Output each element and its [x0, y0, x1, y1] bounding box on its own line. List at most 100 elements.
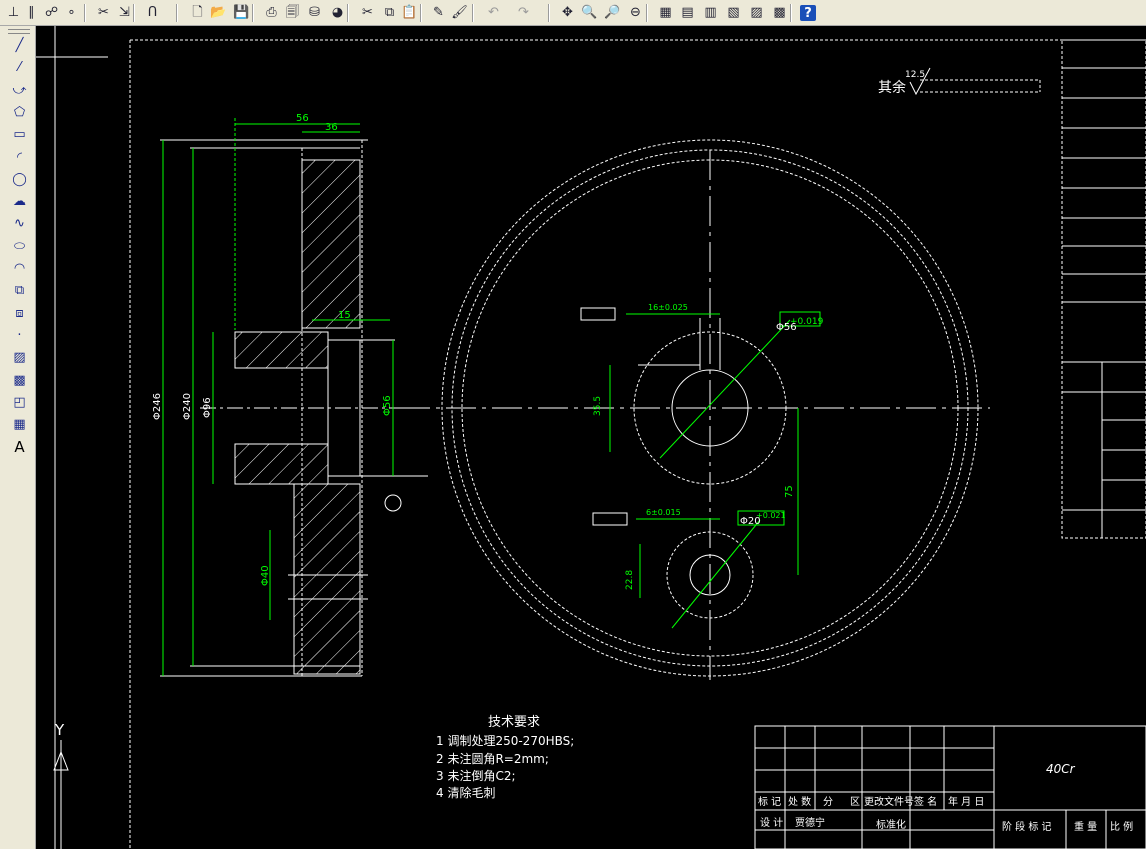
tb-label-sign: 签 名	[914, 795, 937, 808]
redo-icon[interactable]: ↷	[514, 3, 533, 22]
match-properties-icon[interactable]: ✎	[429, 3, 448, 22]
dim-hub-56: Φ56	[382, 395, 393, 416]
tb-stage: 阶 段 标 记	[1002, 820, 1052, 833]
dimension-icon[interactable]: ⊥	[4, 3, 23, 22]
pan-icon[interactable]: ✥	[558, 3, 577, 22]
toolbar-grip[interactable]	[8, 29, 30, 34]
rectangle-icon[interactable]: ▭	[10, 125, 29, 144]
section-view: 56 36 Φ246 Φ240 Φ96 Φ56 Φ40 15	[152, 113, 430, 677]
hatch-icon[interactable]: ▨	[10, 348, 29, 367]
toolbar-separator	[790, 4, 792, 22]
publish-icon[interactable]: ◕	[328, 3, 347, 22]
toolbar-separator	[472, 4, 474, 22]
datum-marker	[384, 494, 402, 512]
calculator-icon[interactable]: ▩	[770, 3, 789, 22]
dim-240: Φ240	[182, 393, 193, 420]
tb-label-zone: 区	[850, 796, 860, 808]
print-icon[interactable]: ⎙	[262, 3, 281, 22]
dim-75: 75	[784, 485, 795, 498]
tb-label-count: 处 数	[788, 795, 811, 808]
arc-icon[interactable]: ◜	[10, 148, 29, 167]
fcf-top	[580, 307, 616, 321]
zoom-window-icon[interactable]: 🔎	[603, 3, 622, 22]
polyline-icon[interactable]: ⤻	[10, 81, 29, 100]
paste-icon[interactable]: 📋	[400, 3, 419, 22]
region-icon[interactable]: ◰	[10, 393, 29, 412]
bore-top: Φ56	[776, 322, 797, 333]
tb-weight: 重 量	[1074, 820, 1097, 833]
spline-icon[interactable]: ∿	[10, 214, 29, 233]
tech-req-title: 技术要求	[488, 715, 540, 730]
toolbar-separator	[176, 4, 178, 22]
toolbar-separator	[252, 4, 254, 22]
save-icon[interactable]: 💾	[232, 3, 251, 22]
tb-standard: 标准化	[876, 818, 906, 831]
tech-req-1: 1 调制处理250-270HBS;	[436, 734, 574, 748]
rough-other-text: 其余	[878, 79, 906, 96]
open-file-icon[interactable]: 📂	[209, 3, 228, 22]
toolbar-separator	[548, 4, 550, 22]
dim-15: 15	[338, 310, 351, 321]
tb-label-div: 分	[823, 796, 833, 808]
tech-req-4: 4 清除毛刺	[436, 785, 495, 800]
draw-toolbar: ╱ ⁄ ⤻ ⬠ ▭ ◜ ◯ ☁ ∿ ⬭ ◠ ⧉ ⧈ · ▨ ▩ ◰ ▦ A	[0, 26, 36, 849]
circle-icon[interactable]: ◯	[10, 170, 29, 189]
ellipse-arc-icon[interactable]: ◠	[10, 259, 29, 278]
plot-icon[interactable]: ⛁	[305, 3, 324, 22]
zoom-realtime-icon[interactable]: 🔍	[580, 3, 599, 22]
ellipse-icon[interactable]: ⬭	[10, 237, 29, 256]
properties-icon[interactable]: ▦	[656, 3, 675, 22]
tb-label-mark: 标 记	[758, 796, 781, 808]
toolbar-separator	[84, 4, 86, 22]
ucs-icon: Y	[53, 721, 69, 849]
zoom-previous-icon[interactable]: ⊖	[626, 3, 645, 22]
key-top: 35.5	[593, 396, 603, 416]
point-snap-icon[interactable]: ∘	[62, 3, 81, 22]
tb-label-date: 年 月 日	[948, 795, 984, 808]
undo-icon[interactable]: ↶	[484, 3, 503, 22]
osnap-icon[interactable]: ☍	[42, 3, 61, 22]
parallel-lines-icon[interactable]: ∥	[22, 3, 41, 22]
multiline-text-icon[interactable]: A	[10, 437, 29, 456]
material-text: 40Cr	[1046, 762, 1076, 776]
brush-icon[interactable]: 🖌	[450, 3, 469, 22]
bore-bot-tol: +0.021	[756, 511, 786, 520]
ucs-y-label: Y	[54, 721, 65, 739]
construction-line-icon[interactable]: ⁄	[10, 58, 29, 77]
magnet-icon[interactable]: Ո	[143, 3, 162, 22]
revision-cloud-icon[interactable]: ☁	[10, 192, 29, 211]
toolbar-separator	[646, 4, 648, 22]
tb-design-label: 设 计	[760, 816, 783, 829]
rough-value-text: 12.5	[905, 70, 925, 80]
trim-icon[interactable]: ✂	[94, 3, 113, 22]
new-file-icon[interactable]: 🗋	[188, 3, 207, 22]
tb-label-change: 更改文件号	[864, 795, 914, 808]
polygon-icon[interactable]: ⬠	[10, 103, 29, 122]
markup-icon[interactable]: ▨	[747, 3, 766, 22]
drawing-svg: 其余 12.5 56 36 Φ246 Φ240 Φ96 Φ56 Φ40 15 +…	[36, 26, 1146, 849]
dim-40: Φ40	[260, 565, 271, 586]
tb-scale: 比 例	[1110, 820, 1133, 833]
copy-icon[interactable]: ⧉	[380, 3, 399, 22]
print-preview-icon[interactable]: 🗐	[283, 3, 302, 22]
tool-palette-icon[interactable]: ▥	[701, 3, 720, 22]
cut-icon[interactable]: ✂	[358, 3, 377, 22]
toolbar-separator	[133, 4, 135, 22]
help-icon[interactable]: ?	[800, 5, 816, 21]
make-block-icon[interactable]: ⧈	[10, 304, 29, 323]
extend-icon[interactable]: ⇲	[115, 3, 134, 22]
dim-36: 36	[325, 122, 338, 133]
key-bot: 22.8	[625, 570, 635, 590]
line-icon[interactable]: ╱	[10, 36, 29, 55]
insert-block-icon[interactable]: ⧉	[10, 281, 29, 300]
drawing-canvas[interactable]: 其余 12.5 56 36 Φ246 Φ240 Φ96 Φ56 Φ40 15 +…	[36, 26, 1146, 849]
sheet-set-icon[interactable]: ▧	[724, 3, 743, 22]
table-icon[interactable]: ▦	[10, 415, 29, 434]
dim-56: 56	[296, 113, 309, 124]
dim-246: Φ246	[152, 393, 163, 420]
toolbar-separator	[420, 4, 422, 22]
design-center-icon[interactable]: ▤	[678, 3, 697, 22]
point-icon[interactable]: ·	[10, 326, 29, 345]
side-table	[1061, 39, 1146, 539]
gradient-icon[interactable]: ▩	[10, 371, 29, 390]
